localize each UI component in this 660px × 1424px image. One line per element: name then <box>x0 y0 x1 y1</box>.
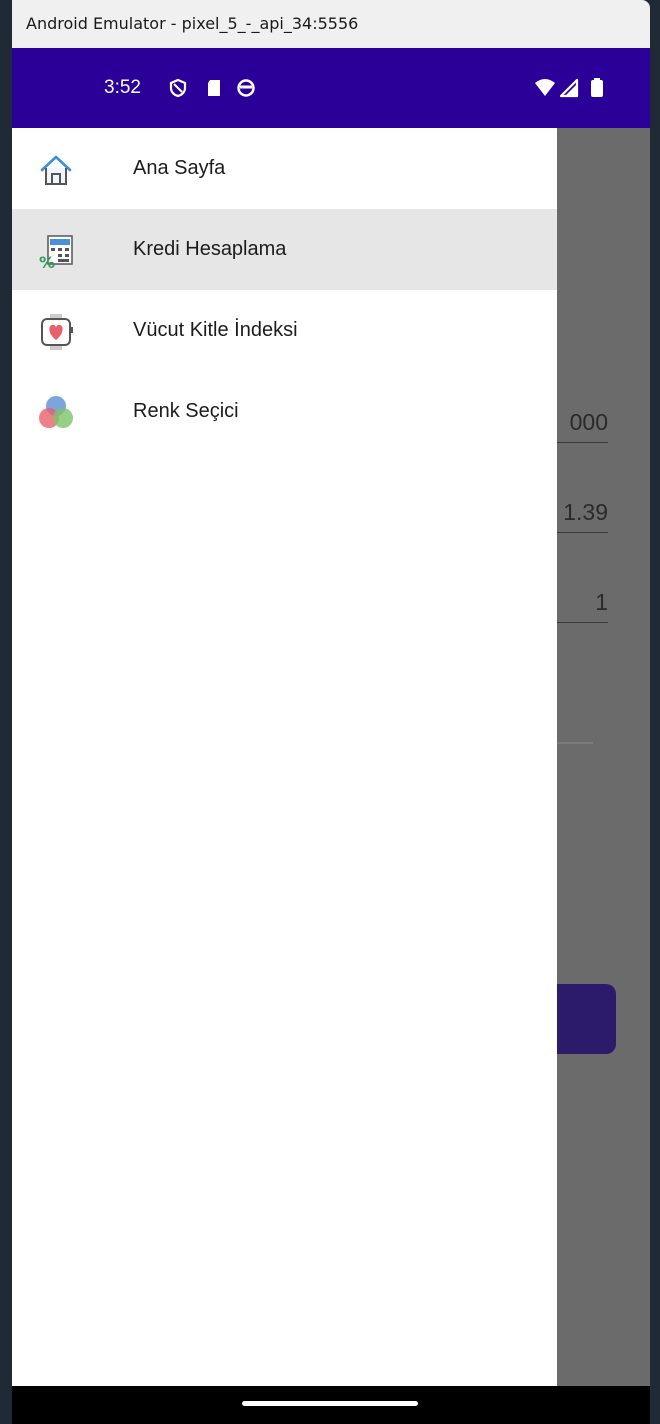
menu-item-kredi-hesaplama[interactable]: % Kredi Hesaplama <box>12 209 557 290</box>
window-title: Android Emulator - pixel_5_-_api_34:5556 <box>12 0 650 48</box>
menu-label: Vücut Kitle İndeksi <box>133 319 298 341</box>
home-icon <box>40 155 72 185</box>
gesture-handle[interactable] <box>242 1401 418 1406</box>
app-content: 000 1.39 1 Ana Sayfa % Kredi Hesaplama V… <box>12 128 650 1386</box>
navigation-drawer: Ana Sayfa % Kredi Hesaplama Vücut Kitle … <box>12 128 557 1386</box>
menu-item-vucut-kitle-indeksi[interactable]: Vücut Kitle İndeksi <box>12 290 557 371</box>
shield-icon <box>169 78 187 98</box>
interest-rate-field: 1.39 <box>548 492 608 533</box>
navigation-bar <box>12 1386 650 1424</box>
battery-icon <box>591 78 603 97</box>
color-circles-icon <box>39 396 73 428</box>
loan-amount-field: 000 <box>548 402 608 443</box>
app-icon <box>237 79 255 97</box>
menu-label: Renk Seçici <box>133 400 239 422</box>
calculator-icon: % <box>39 235 73 271</box>
menu-item-renk-secici[interactable]: Renk Seçici <box>12 371 557 452</box>
term-field: 1 <box>548 582 608 623</box>
sd-card-icon <box>208 80 220 96</box>
divider <box>557 742 593 744</box>
emulator-window: Android Emulator - pixel_5_-_api_34:5556… <box>12 0 650 1424</box>
heart-watch-icon <box>41 314 73 350</box>
menu-item-ana-sayfa[interactable]: Ana Sayfa <box>12 128 557 209</box>
wifi-icon <box>535 79 555 96</box>
menu-label: Kredi Hesaplama <box>133 238 287 260</box>
svg-text:%: % <box>39 253 55 271</box>
status-time: 3:52 <box>104 77 141 98</box>
menu-label: Ana Sayfa <box>133 157 226 179</box>
signal-icon <box>560 78 579 98</box>
status-bar: 3:52 <box>12 48 650 128</box>
